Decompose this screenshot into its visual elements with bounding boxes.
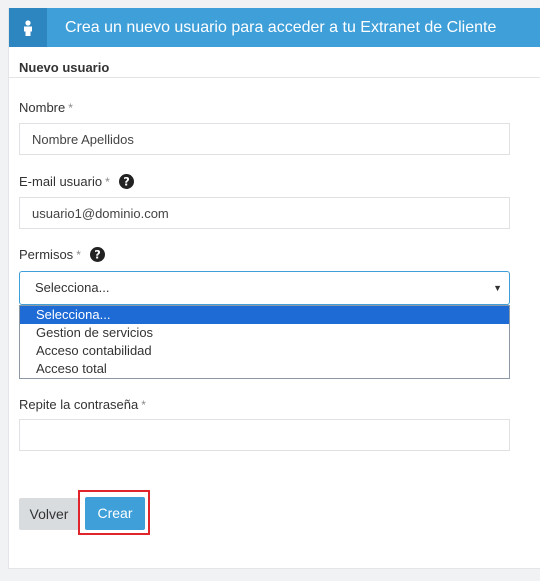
svg-text:?: ?	[123, 175, 130, 188]
permisos-dropdown-list: Selecciona... Gestion de servicios Acces…	[19, 305, 510, 379]
option-acceso-contabilidad[interactable]: Acceso contabilidad	[20, 342, 509, 360]
permisos-label-text: Permisos	[19, 247, 74, 262]
email-field[interactable]: usuario1@dominio.com	[19, 197, 510, 229]
required-mark: *	[68, 100, 73, 115]
option-selecciona[interactable]: Selecciona...	[20, 306, 509, 324]
option-gestion-servicios[interactable]: Gestion de servicios	[20, 324, 509, 342]
email-label-text: E-mail usuario	[19, 174, 103, 189]
email-label: E-mail usuario * ?	[19, 174, 134, 189]
required-mark: *	[105, 174, 110, 189]
question-circle-icon[interactable]: ?	[118, 174, 134, 189]
permisos-select[interactable]: Selecciona... ▼	[19, 271, 510, 305]
repeat-password-label: Repite la contraseña *	[19, 397, 146, 412]
user-icon	[9, 8, 47, 47]
question-circle-icon[interactable]: ?	[89, 247, 105, 262]
permisos-selected-value: Selecciona...	[35, 280, 110, 295]
section-divider	[9, 77, 540, 78]
permisos-label: Permisos * ?	[19, 247, 105, 262]
nombre-label-text: Nombre	[19, 100, 66, 115]
caret-down-icon: ▼	[493, 283, 502, 293]
nombre-label: Nombre *	[19, 100, 73, 115]
option-acceso-total[interactable]: Acceso total	[20, 360, 509, 378]
required-mark: *	[141, 397, 146, 412]
required-mark: *	[76, 247, 81, 262]
section-title: Nuevo usuario	[19, 60, 110, 75]
new-user-panel: Crea un nuevo usuario para acceder a tu …	[8, 8, 540, 569]
back-button[interactable]: Volver	[19, 498, 79, 530]
panel-header: Crea un nuevo usuario para acceder a tu …	[9, 8, 540, 47]
repeat-password-field[interactable]	[19, 419, 510, 451]
header-title: Crea un nuevo usuario para acceder a tu …	[65, 19, 497, 36]
create-button[interactable]: Crear	[85, 497, 145, 530]
svg-text:?: ?	[94, 248, 101, 261]
repeat-password-label-text: Repite la contraseña	[19, 397, 139, 412]
nombre-field[interactable]: Nombre Apellidos	[19, 123, 510, 155]
